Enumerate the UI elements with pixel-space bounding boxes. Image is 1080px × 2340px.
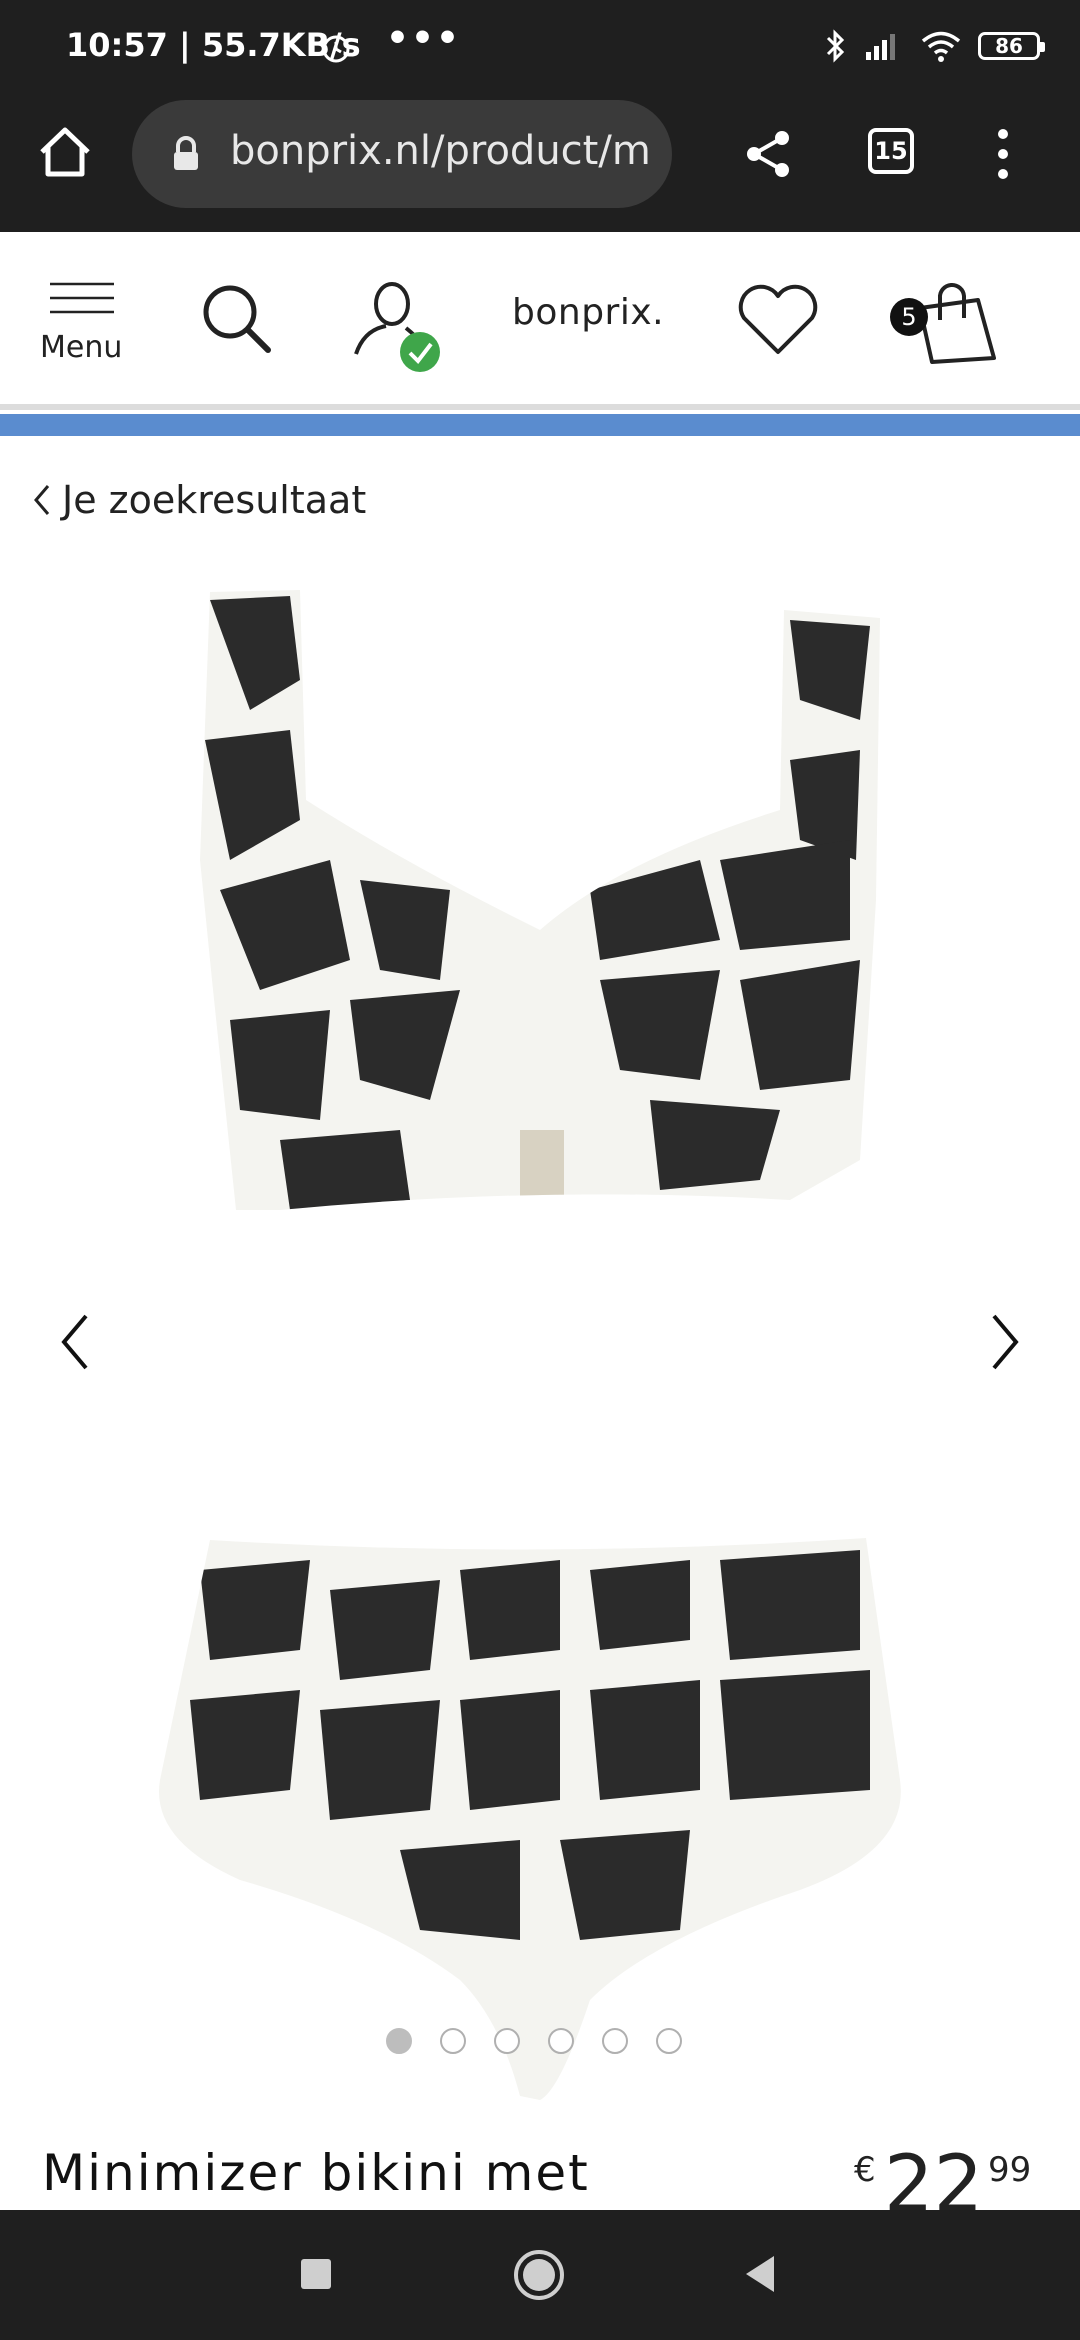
wifi-icon [921, 31, 961, 62]
chevron-left-icon [34, 485, 50, 515]
recents-icon[interactable] [300, 2258, 332, 2290]
share-icon[interactable] [740, 126, 798, 182]
price-currency: € [854, 2150, 876, 2190]
bonprix-logo[interactable]: bonprix. [512, 292, 664, 333]
back-link-label: Je zoekresultaat [62, 478, 367, 522]
search-icon[interactable] [198, 280, 274, 356]
carousel-dot[interactable] [494, 2028, 520, 2054]
lock-icon [174, 136, 198, 170]
carousel-dot[interactable] [548, 2028, 574, 2054]
bikini-product-image [159, 590, 901, 2100]
tab-switcher-button[interactable]: 15 [868, 128, 914, 174]
carousel-dot[interactable] [440, 2028, 466, 2054]
overflow-menu-icon[interactable] [990, 124, 1016, 184]
cart-count-badge[interactable]: 5 [890, 298, 928, 336]
carousel-next-icon[interactable] [988, 1312, 1022, 1372]
back-button-icon[interactable] [742, 2254, 778, 2294]
carousel-dot[interactable] [602, 2028, 628, 2054]
url-text[interactable]: bonprix.nl/product/m [230, 128, 650, 174]
price-cents: 99 [988, 2150, 1032, 2190]
promo-stripe [0, 414, 1080, 436]
header-divider [0, 404, 1080, 410]
signal-icon [866, 34, 895, 60]
home-button-icon[interactable] [512, 2248, 566, 2302]
carousel-pagination[interactable] [386, 2028, 682, 2054]
product-image-carousel[interactable] [0, 560, 1080, 2120]
status-icons: 86 [824, 28, 1045, 64]
carousel-prev-icon[interactable] [58, 1312, 92, 1372]
carousel-dot[interactable] [656, 2028, 682, 2054]
back-to-results-link[interactable]: Je zoekresultaat [32, 478, 366, 522]
home-icon[interactable] [36, 124, 94, 180]
status-time: 10:57 | 55.7KB/s [66, 26, 361, 64]
battery-indicator: 86 [978, 32, 1045, 60]
bluetooth-icon [826, 29, 845, 63]
menu-label[interactable]: Menu [40, 330, 122, 365]
carousel-dot[interactable] [386, 2028, 412, 2054]
product-title: Minimizer bikini met [42, 2144, 590, 2202]
alarm-icon [322, 35, 350, 63]
wishlist-heart-icon[interactable] [736, 284, 820, 358]
status-more: ••• [386, 18, 462, 59]
account-icon[interactable] [350, 276, 450, 376]
hamburger-icon[interactable] [48, 280, 118, 320]
